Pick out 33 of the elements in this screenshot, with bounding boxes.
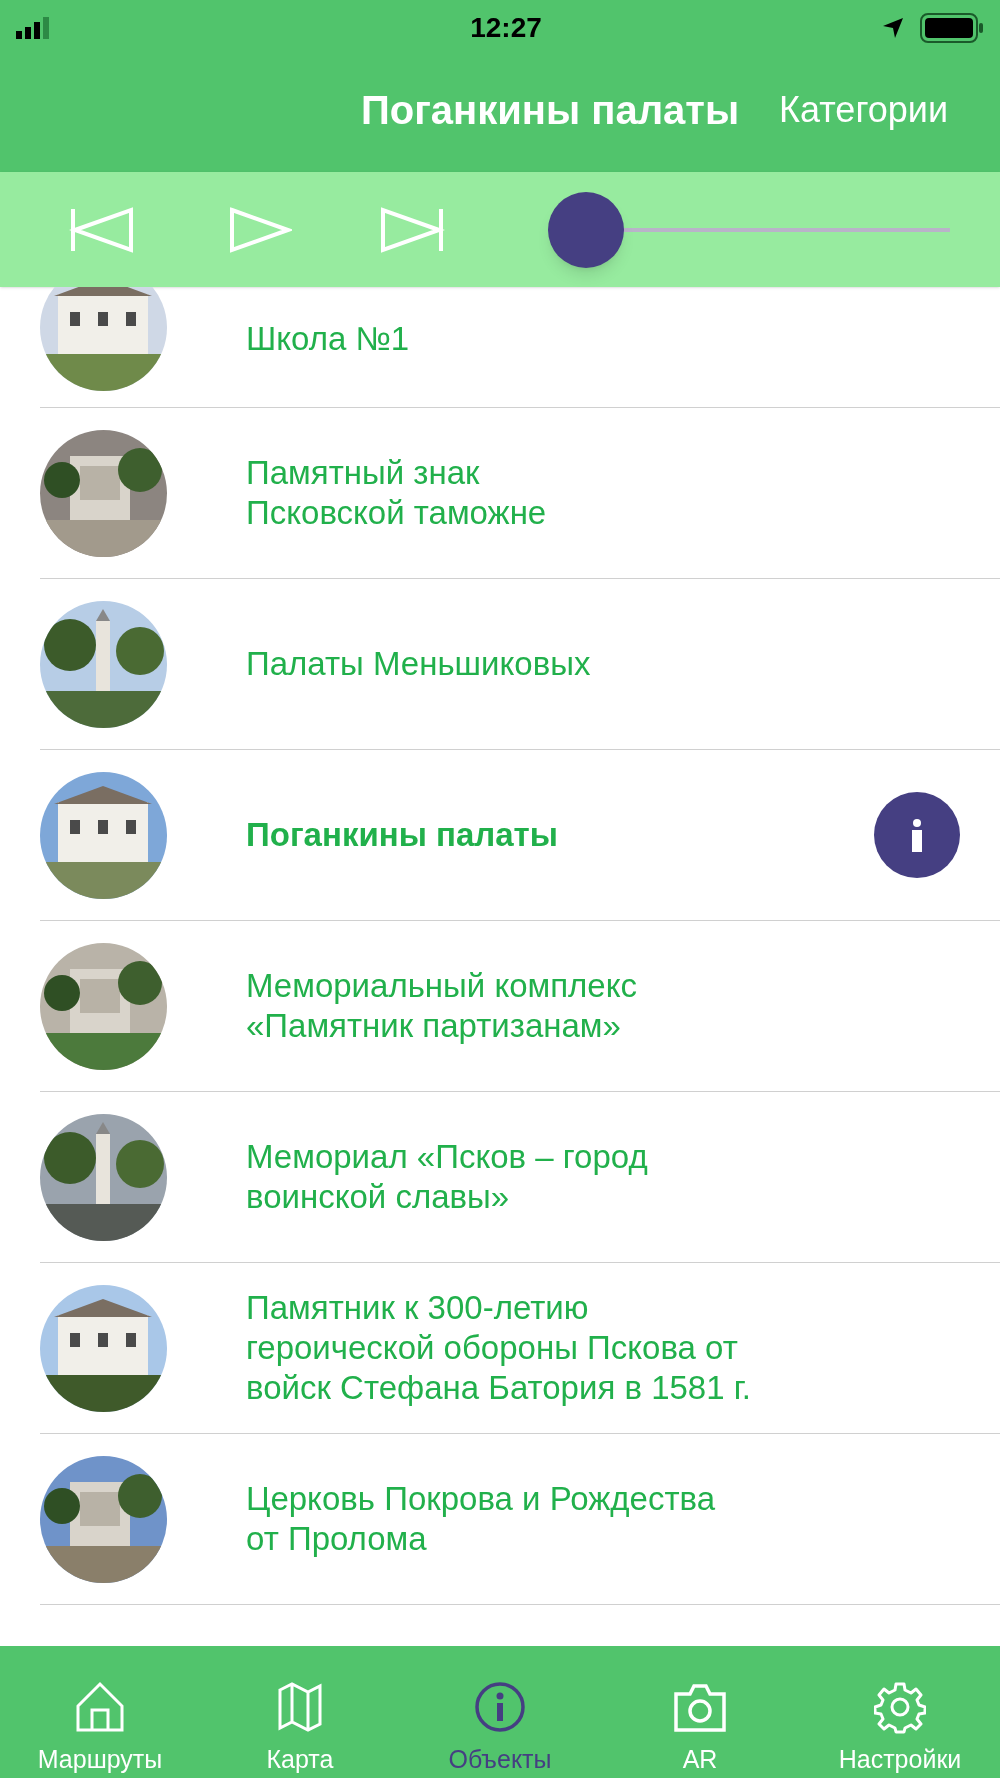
- slider-thumb[interactable]: [548, 191, 624, 268]
- place-title: Школа №1: [246, 319, 411, 359]
- battery-icon: [920, 13, 984, 43]
- list-row[interactable]: Палаты Меньшиковых: [40, 579, 1000, 750]
- place-title: Мемориальный комплекс «Памятник партизанам»: [246, 966, 639, 1046]
- tab-button[interactable]: AR: [600, 1680, 800, 1774]
- list-row[interactable]: Памятный знак Псковской таможне: [40, 408, 1000, 579]
- list-row[interactable]: Памятник к 300-летию героической обороны Пскова от войск Стефана Батория в 1581 г.: [40, 1263, 1000, 1434]
- location-arrow-icon: [882, 17, 904, 39]
- list-row[interactable]: Церковь Покрова и Рождества от Пролома: [40, 1434, 1000, 1605]
- list-row[interactable]: Мемориальный комплекс «Памятник партизанам»: [40, 921, 1000, 1092]
- tab-button[interactable]: Карта: [200, 1680, 400, 1774]
- screen-title: Поганкины палаты: [360, 87, 740, 134]
- info-icon: [474, 1680, 526, 1734]
- list-row[interactable]: Мемориал «Псков – город воинской славы»: [40, 1092, 1000, 1263]
- categories-button[interactable]: Категории: [779, 83, 948, 137]
- settings-icon: [874, 1680, 926, 1734]
- place-title: Памятник к 300-летию героической обороны Пскова от войск Стефана Батория в 1581 г.: [246, 1288, 752, 1408]
- place-title: Поганкины палаты: [246, 815, 559, 855]
- status-time: 12:27: [470, 11, 542, 45]
- place-title: Памятный знак Псковской таможне: [246, 453, 548, 533]
- info-icon: [910, 818, 924, 852]
- place-title: Церковь Покрова и Рождества от Пролома: [246, 1479, 717, 1559]
- tab-button[interactable]: Объекты: [400, 1680, 600, 1774]
- signal-icon: [16, 17, 50, 39]
- tab-button[interactable]: Маршруты: [0, 1680, 200, 1774]
- progress-slider[interactable]: [548, 191, 950, 268]
- house-icon: [74, 1680, 126, 1734]
- list-row[interactable]: Поганкины палаты: [40, 750, 1000, 921]
- place-title: Мемориал «Псков – город воинской славы»: [246, 1137, 649, 1217]
- tab-button[interactable]: Настройки: [800, 1680, 1000, 1774]
- list-row[interactable]: Школа №1: [40, 287, 1000, 408]
- place-title: Палаты Меньшиковых: [246, 644, 592, 684]
